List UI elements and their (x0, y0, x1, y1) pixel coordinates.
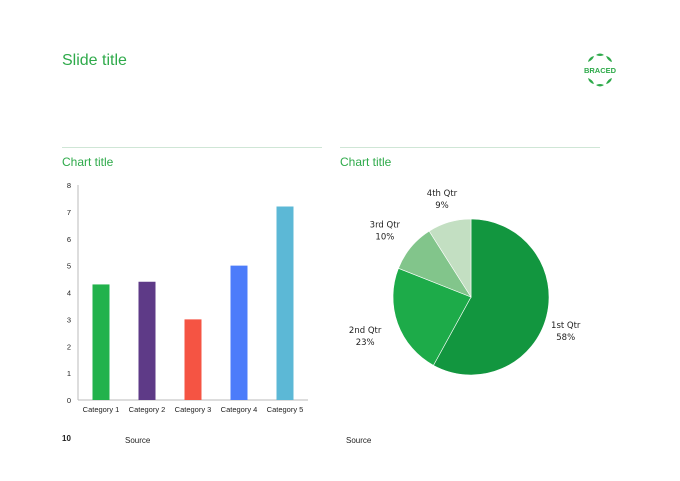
logo-text: BRACED (584, 66, 617, 75)
bar (184, 319, 202, 400)
pie-chart-title: Chart title (340, 155, 392, 169)
y-tick-label: 5 (67, 262, 71, 271)
pie-slice-label: 4th Qtr (427, 189, 458, 199)
pie-slice-percent: 10% (375, 233, 394, 243)
pie-slice-label: 2nd Qtr (349, 326, 382, 336)
y-tick-label: 0 (67, 396, 71, 405)
y-tick-label: 4 (67, 289, 71, 298)
pie-chart: 1st Qtr 58% 2nd Qtr 23% 3rd Qtr 10% 4th Qtr 9% (349, 189, 581, 376)
right-divider (340, 147, 600, 148)
y-tick-label: 6 (67, 235, 71, 244)
x-tick-label: Category 1 (83, 405, 120, 414)
pie-slice-label: 1st Qtr (551, 321, 581, 331)
bar-chart: 0 1 2 3 4 5 6 7 8 Category 1 Category 2 Category 3 C… (67, 181, 308, 414)
page-number: 10 (62, 434, 71, 443)
x-tick-label: Category 3 (175, 405, 212, 414)
x-tick-label: Category 2 (129, 405, 166, 414)
y-tick-label: 8 (67, 181, 71, 190)
x-tick-label: Category 5 (267, 405, 304, 414)
y-tick-label: 3 (67, 315, 71, 324)
braced-logo-mark: BRACED (584, 53, 617, 87)
y-tick-label: 1 (67, 369, 71, 378)
x-tick-label: Category 4 (221, 405, 258, 414)
y-tick-label: 2 (67, 342, 71, 351)
slide-title: Slide title (62, 52, 127, 69)
y-tick-label: 7 (67, 208, 71, 217)
bar-chart-source: Source (125, 436, 151, 445)
bar-chart-title: Chart title (62, 155, 114, 169)
bar (276, 206, 294, 400)
pie-slice-percent: 58% (556, 333, 575, 343)
braced-logo: BRACED (582, 52, 618, 88)
pie-slice-label: 3rd Qtr (370, 221, 401, 231)
pie-slice-percent: 9% (435, 201, 449, 211)
bar (138, 281, 156, 400)
left-divider (62, 147, 322, 148)
pie-chart-source: Source (346, 436, 372, 445)
pie-slice-percent: 23% (356, 338, 375, 348)
bar (230, 265, 248, 400)
bar (92, 284, 110, 400)
